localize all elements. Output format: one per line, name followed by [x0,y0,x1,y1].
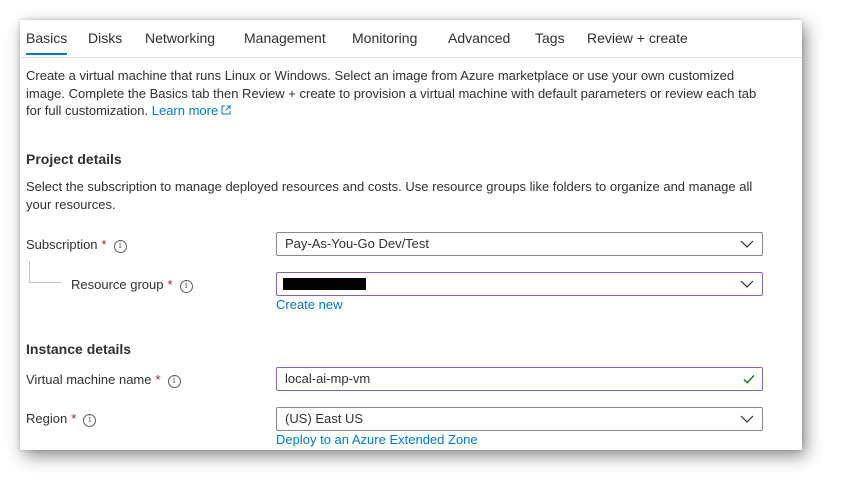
create-vm-panel: Basics Disks Networking Management Monit… [20,20,802,450]
vm-name-label-text: Virtual machine name [26,372,152,387]
tab-bar: Basics Disks Networking Management Monit… [20,20,802,60]
region-dropdown[interactable]: (US) East US [276,407,763,431]
subscription-dropdown[interactable]: Pay-As-You-Go Dev/Test [276,232,763,256]
info-icon[interactable]: i [179,280,193,293]
tree-connector-horizontal [29,282,61,283]
tab-disks[interactable]: Disks [88,30,122,46]
project-details-heading: Project details [26,151,122,167]
subscription-value: Pay-As-You-Go Dev/Test [285,236,430,251]
required-marker: * [155,372,161,387]
resource-group-label: Resource group * i [71,277,193,293]
tab-divider [20,57,802,58]
region-value: (US) East US [285,411,364,426]
tab-management[interactable]: Management [244,30,326,46]
tab-review-create[interactable]: Review + create [587,30,688,46]
vm-name-label: Virtual machine name * i [26,372,181,388]
intro-description: Create a virtual machine that runs Linux… [26,68,757,118]
create-new-link[interactable]: Create new [276,297,342,312]
redaction-bar [283,278,366,290]
resource-group-dropdown[interactable] [276,272,763,296]
subscription-label-text: Subscription [26,237,98,252]
subscription-label: Subscription * i [26,237,127,253]
instance-details-heading: Instance details [26,341,132,357]
info-icon[interactable]: i [83,414,97,427]
checkmark-icon [743,375,755,384]
tab-networking[interactable]: Networking [145,30,215,46]
chevron-down-icon [740,280,754,288]
chevron-down-icon [740,415,754,423]
region-label: Region * i [26,411,97,427]
required-marker: * [101,237,107,252]
vm-name-input[interactable]: local-ai-mp-vm [276,367,763,391]
required-marker: * [167,277,173,292]
external-link-icon [221,105,231,115]
project-details-description: Select the subscription to manage deploy… [26,179,753,212]
region-label-text: Region [26,411,68,426]
info-icon[interactable]: i [113,240,127,253]
tab-monitoring[interactable]: Monitoring [352,30,417,46]
tab-advanced[interactable]: Advanced [448,30,510,46]
vm-name-value: local-ai-mp-vm [285,371,371,386]
tab-tags[interactable]: Tags [535,30,565,46]
required-marker: * [71,411,77,426]
deploy-extended-zone-link[interactable]: Deploy to an Azure Extended Zone [276,432,478,447]
learn-more-link[interactable]: Learn more [152,103,231,118]
info-icon[interactable]: i [167,375,181,388]
tab-basics[interactable]: Basics [26,30,68,55]
tree-connector-vertical [29,261,30,282]
resource-group-label-text: Resource group [71,277,164,292]
learn-more-label: Learn more [151,103,219,118]
intro-text: Create a virtual machine that runs Linux… [26,67,771,120]
chevron-down-icon [740,240,754,248]
